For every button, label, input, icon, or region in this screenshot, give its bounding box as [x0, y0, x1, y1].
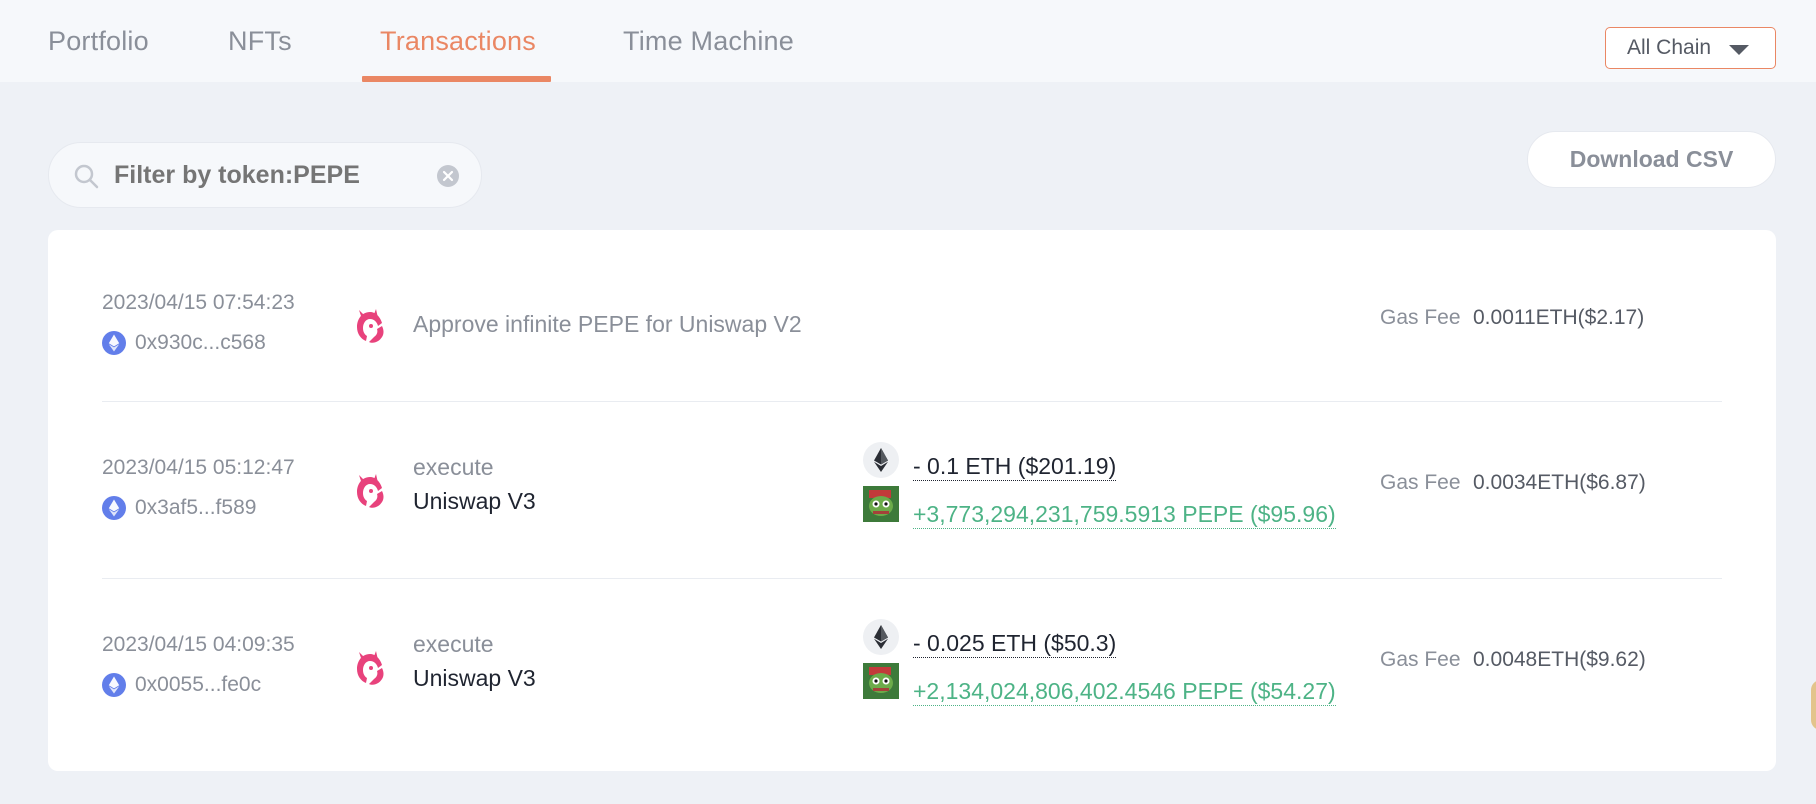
- transfer-in-amount[interactable]: +3,773,294,231,759.5913 PEPE ($95.96): [913, 500, 1336, 529]
- top-nav: Portfolio NFTs Transactions Time Machine…: [0, 0, 1816, 82]
- chain-select-value: All Chain: [1627, 36, 1712, 59]
- download-csv-button[interactable]: Download CSV: [1527, 131, 1776, 188]
- clear-icon[interactable]: [436, 164, 460, 188]
- tab-transactions[interactable]: Transactions: [380, 26, 536, 57]
- transaction-action: Approve infinite PEPE for Uniswap V2: [413, 311, 802, 337]
- transaction-protocol: Uniswap V3: [413, 488, 536, 514]
- transfer-out-amount[interactable]: - 0.025 ETH ($50.3): [913, 629, 1117, 658]
- search-icon: [74, 164, 99, 189]
- gas-fee-value: 0.0034ETH($6.87): [1473, 471, 1646, 494]
- tab-portfolio[interactable]: Portfolio: [48, 26, 149, 57]
- ethereum-chain-icon: [102, 331, 126, 355]
- floating-widget-edge[interactable]: [1811, 680, 1816, 730]
- transactions-list: 2023/04/15 07:54:23 0x930c...c568 Approv…: [48, 230, 1776, 771]
- transaction-hash-text: 0x930c...c568: [135, 331, 266, 354]
- transaction-row[interactable]: 2023/04/15 04:09:35 0x0055...fe0c execut…: [48, 579, 1776, 749]
- gas-fee-label: Gas Fee: [1380, 471, 1461, 494]
- gas-fee-label: Gas Fee: [1380, 648, 1461, 671]
- gas-fee-value: 0.0048ETH($9.62): [1473, 648, 1646, 671]
- tab-nfts[interactable]: NFTs: [228, 26, 292, 57]
- gas-fee-label: Gas Fee: [1380, 306, 1461, 329]
- transfer-in-amount[interactable]: +2,134,024,806,402.4546 PEPE ($54.27): [913, 677, 1336, 706]
- active-tab-indicator: [362, 76, 551, 82]
- transaction-protocol: Uniswap V3: [413, 665, 536, 691]
- transaction-action: execute: [413, 454, 494, 480]
- uniswap-icon: [357, 474, 384, 508]
- uniswap-icon: [357, 309, 384, 343]
- pepe-icon: [863, 486, 899, 522]
- ethereum-chain-icon: [102, 673, 126, 697]
- transaction-hash-link[interactable]: 0x0055...fe0c: [102, 673, 261, 697]
- transaction-timestamp: 2023/04/15 05:12:47: [102, 456, 295, 479]
- token-filter-search: [48, 142, 482, 208]
- pepe-icon: [863, 663, 899, 699]
- transaction-row[interactable]: 2023/04/15 05:12:47 0x3af5...f589 execut…: [48, 402, 1776, 572]
- transaction-hash-text: 0x3af5...f589: [135, 496, 257, 519]
- eth-icon: [863, 442, 899, 478]
- gas-fee-value: 0.0011ETH($2.17): [1473, 306, 1645, 329]
- chain-select-dropdown[interactable]: All Chain: [1605, 27, 1776, 69]
- transaction-row[interactable]: 2023/04/15 07:54:23 0x930c...c568 Approv…: [48, 230, 1776, 400]
- caret-down-icon: [1729, 45, 1749, 55]
- ethereum-chain-icon: [102, 496, 126, 520]
- transaction-hash-text: 0x0055...fe0c: [135, 673, 262, 696]
- transaction-hash-link[interactable]: 0x930c...c568: [102, 331, 266, 355]
- eth-icon: [863, 619, 899, 655]
- uniswap-icon: [357, 651, 384, 685]
- transaction-action: execute: [413, 631, 494, 657]
- transfer-out-amount[interactable]: - 0.1 ETH ($201.19): [913, 452, 1117, 481]
- transaction-timestamp: 2023/04/15 04:09:35: [102, 633, 295, 656]
- tab-time-machine[interactable]: Time Machine: [623, 26, 794, 57]
- transaction-hash-link[interactable]: 0x3af5...f589: [102, 496, 256, 520]
- transaction-timestamp: 2023/04/15 07:54:23: [102, 291, 295, 314]
- search-input[interactable]: [114, 153, 414, 197]
